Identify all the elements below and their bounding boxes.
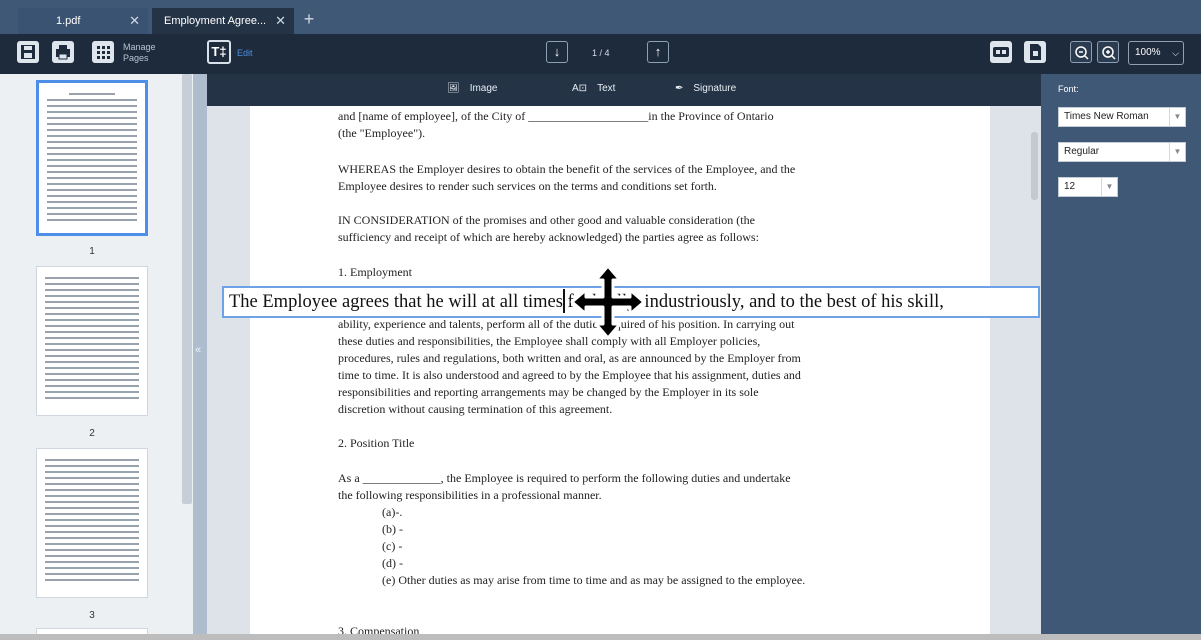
document-line: As a _____________, the Employee is requ… <box>338 471 791 485</box>
font-style-select[interactable]: Regular ▼ <box>1058 142 1186 162</box>
insert-text-button[interactable]: A⊡ Text <box>572 83 615 94</box>
font-family-select[interactable]: Times New Roman ▼ <box>1058 107 1186 127</box>
tab-1pdf[interactable]: 1.pdf ✕ <box>18 8 148 34</box>
chevron-down-icon: ▼ <box>1169 143 1185 161</box>
document-line: responsibilities and reporting arrangeme… <box>338 385 759 399</box>
window-bottom-edge <box>0 634 1201 640</box>
document-list-item: (b) - <box>382 522 403 536</box>
document-list-item: (e) Other duties as may arise from time … <box>382 573 806 587</box>
text-caret <box>563 289 565 313</box>
print-icon[interactable] <box>52 41 74 63</box>
document-line: sufficiency and receipt of which are her… <box>338 230 759 244</box>
document-line: WHEREAS the Employer desires to obtain t… <box>338 162 796 176</box>
font-style-value: Regular <box>1064 146 1100 157</box>
tab-label: 1.pdf <box>56 15 81 27</box>
tab-bar: 1.pdf ✕ Employment Agree... ✕ + <box>0 0 1201 34</box>
document-list-item: (d) - <box>382 556 403 570</box>
main-toolbar: Manage Pages T‡ Edit ↓ 1 / 4 ↑ 100% ⌵ <box>0 34 1201 74</box>
document-scrollbar[interactable] <box>1031 132 1038 200</box>
page-indicator: 1 / 4 <box>592 48 610 58</box>
page-thumbnail-3[interactable] <box>36 448 148 598</box>
insert-image-label: Image <box>469 83 498 94</box>
edit-label[interactable]: Edit <box>237 48 253 58</box>
close-icon[interactable]: ✕ <box>275 8 286 34</box>
document-line: discretion without causing termination o… <box>338 402 613 416</box>
document-list-item: (a)-. <box>382 505 403 519</box>
chevron-down-icon: ⌵ <box>1172 48 1179 58</box>
document-line: and [name of employee], of the City of _… <box>338 109 774 123</box>
reading-mode-icon[interactable] <box>990 41 1012 63</box>
zoom-select[interactable]: 100% ⌵ <box>1128 41 1184 65</box>
move-cursor-icon <box>570 264 646 340</box>
font-size-select[interactable]: 12 ▼ <box>1058 177 1118 197</box>
document-line: the following responsibilities in a prof… <box>338 488 602 502</box>
thumbnail-page-number: 3 <box>89 610 95 621</box>
insert-signature-label: Signature <box>693 83 737 94</box>
document-info-icon[interactable] <box>1024 41 1046 63</box>
zoom-value: 100% <box>1135 47 1161 58</box>
manage-pages-label[interactable]: Manage <box>123 42 156 52</box>
manage-pages-icon[interactable] <box>92 41 114 63</box>
save-icon[interactable] <box>17 41 39 63</box>
chevron-left-icon: « <box>195 344 202 356</box>
chevron-down-icon: ▼ <box>1101 178 1117 196</box>
insert-text-label: Text <box>597 83 616 94</box>
font-family-value: Times New Roman <box>1064 111 1149 122</box>
image-icon: 🖼 <box>447 83 460 94</box>
chevron-down-icon: ▼ <box>1169 108 1185 126</box>
document-line: these duties and responsibilities, the E… <box>338 334 761 348</box>
tab-label: Employment Agree... <box>164 15 267 27</box>
section-heading: 2. Position Title <box>338 436 415 450</box>
zoom-in-icon[interactable] <box>1097 41 1119 63</box>
page-thumbnail-2[interactable] <box>36 266 148 416</box>
document-line: ability, experience and talents, perform… <box>338 317 795 331</box>
page-thumbnail-1[interactable] <box>36 80 148 236</box>
zoom-out-icon[interactable] <box>1070 41 1092 63</box>
manage-pages-label-2[interactable]: Pages <box>123 53 149 63</box>
previous-page-icon[interactable]: ↑ <box>647 41 669 63</box>
text-icon: A⊡ <box>572 83 588 94</box>
edit-text-button[interactable]: T‡ <box>207 40 231 64</box>
collapse-panel-button[interactable]: « <box>193 74 207 640</box>
insert-image-button[interactable]: 🖼 Image <box>447 83 498 94</box>
insert-signature-button[interactable]: ✒ Signature <box>675 83 736 94</box>
font-label: Font: <box>1058 84 1079 94</box>
pen-icon: ✒ <box>675 83 684 94</box>
document-line: time to time. It is also understood and … <box>338 368 801 382</box>
new-tab-icon[interactable]: + <box>298 8 320 32</box>
insert-toolbar: 🖼 Image A⊡ Text ✒ Signature <box>207 74 1041 106</box>
document-list-item: (c) - <box>382 539 403 553</box>
next-page-icon[interactable]: ↓ <box>546 41 568 63</box>
document-line: (the "Employee"). <box>338 126 426 140</box>
thumbnail-page-number: 2 <box>89 428 95 439</box>
document-line: procedures, rules and regulations, both … <box>338 351 801 365</box>
tab-employment-agreement[interactable]: Employment Agree... ✕ <box>152 8 294 34</box>
thumbnail-scrollbar[interactable] <box>182 74 192 504</box>
document-line: IN CONSIDERATION of the promises and oth… <box>338 213 755 227</box>
document-line: Employee desires to render such services… <box>338 179 717 193</box>
font-size-value: 12 <box>1064 181 1076 192</box>
section-heading: 1. Employment <box>338 265 412 279</box>
thumbnail-page-number: 1 <box>89 246 95 257</box>
close-icon[interactable]: ✕ <box>129 8 140 34</box>
